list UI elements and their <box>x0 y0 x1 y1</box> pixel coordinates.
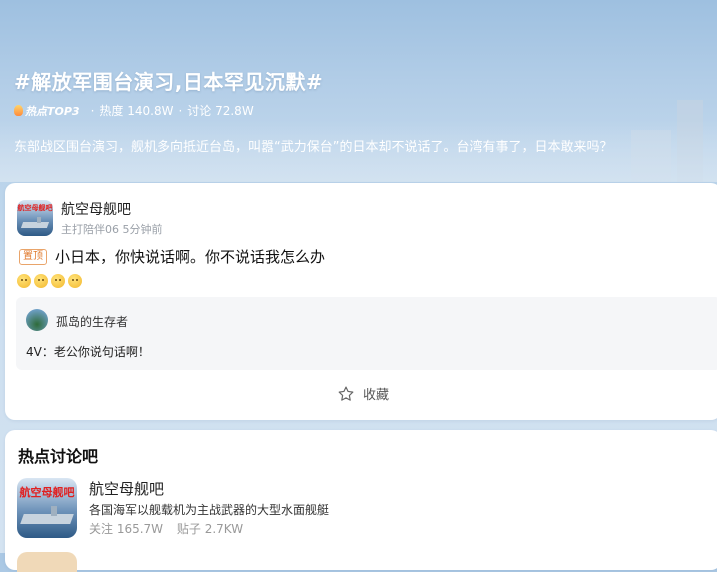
post-count: 贴子 2.7KW <box>176 522 244 536</box>
star-outline-icon <box>338 386 354 401</box>
hot-forum-description: 各国海军以舰载机为主战武器的大型水面舰艇 <box>89 503 330 517</box>
forum-avatar[interactable]: 航空母舰吧 <box>17 200 53 236</box>
next-item-avatar-peek <box>17 552 77 572</box>
heat-count: 热度 140.8W <box>99 104 174 118</box>
topic-title: #解放军围台演习,日本罕见沉默# <box>14 70 324 94</box>
separator: · <box>178 103 183 118</box>
post-text[interactable]: 小日本，你快说话啊。你不说话我怎么办 <box>55 246 325 267</box>
forum-name[interactable]: 航空母舰吧 <box>61 199 131 219</box>
reply-user-avatar[interactable] <box>26 309 48 331</box>
sad-emoji-icon <box>17 274 31 288</box>
carrier-deck <box>20 222 50 228</box>
avatar-text: 航空母舰吧 <box>19 486 75 499</box>
reply-preview[interactable]: 孤岛的生存者 4V：老公你说句话啊！ <box>16 297 717 370</box>
carrier-island <box>37 217 41 223</box>
discussion-count: 讨论 72.8W <box>187 104 254 118</box>
carrier-island <box>51 506 57 516</box>
post-card[interactable]: 航空母舰吧 航空母舰吧 主打陪伴06 5分钟前 置顶 小日本，你快说话啊。你不说… <box>5 183 717 420</box>
flame-icon <box>14 105 23 116</box>
forum-avatar[interactable]: 航空母舰吧 <box>17 478 77 538</box>
separator: · <box>90 103 95 118</box>
hot-forum-name[interactable]: 航空母舰吧 <box>89 478 164 499</box>
emoji-row <box>17 274 85 288</box>
rank-badge-label: 热点TOP3 <box>25 104 80 118</box>
topic-stats: 热点TOP3 · 热度 140.8W · 讨论 72.8W <box>14 102 254 119</box>
favorite-label: 收藏 <box>362 388 389 403</box>
post-content[interactable]: 置顶 小日本，你快说话啊。你不说话我怎么办 <box>19 246 325 267</box>
reply-username[interactable]: 孤岛的生存者 <box>56 313 128 330</box>
hot-forum-stats: 关注 165.7W 贴子 2.7KW <box>89 520 253 537</box>
reply-text: 4V：老公你说句话啊！ <box>26 345 150 359</box>
pin-badge: 置顶 <box>19 248 47 265</box>
section-title: 热点讨论吧 <box>18 447 99 466</box>
follower-count: 关注 165.7W <box>89 522 164 536</box>
sad-emoji-icon <box>51 274 65 288</box>
topic-description: 东部战区围台演习，舰机多向抵近台岛，叫嚣“武力保台”的日本却不说话了。台湾有事了… <box>14 140 613 155</box>
carrier-deck <box>20 514 74 524</box>
hot-discussion-card: 热点讨论吧 航空母舰吧 航空母舰吧 各国海军以舰载机为主战武器的大型水面舰艇 关… <box>5 430 717 572</box>
sad-emoji-icon <box>34 274 48 288</box>
rank-badge: 热点TOP3 <box>14 103 80 119</box>
sad-emoji-icon <box>68 274 82 288</box>
post-meta: 主打陪伴06 5分钟前 <box>61 223 163 236</box>
avatar-text: 航空母舰吧 <box>17 204 53 212</box>
favorite-button[interactable]: 收藏 <box>5 384 717 403</box>
